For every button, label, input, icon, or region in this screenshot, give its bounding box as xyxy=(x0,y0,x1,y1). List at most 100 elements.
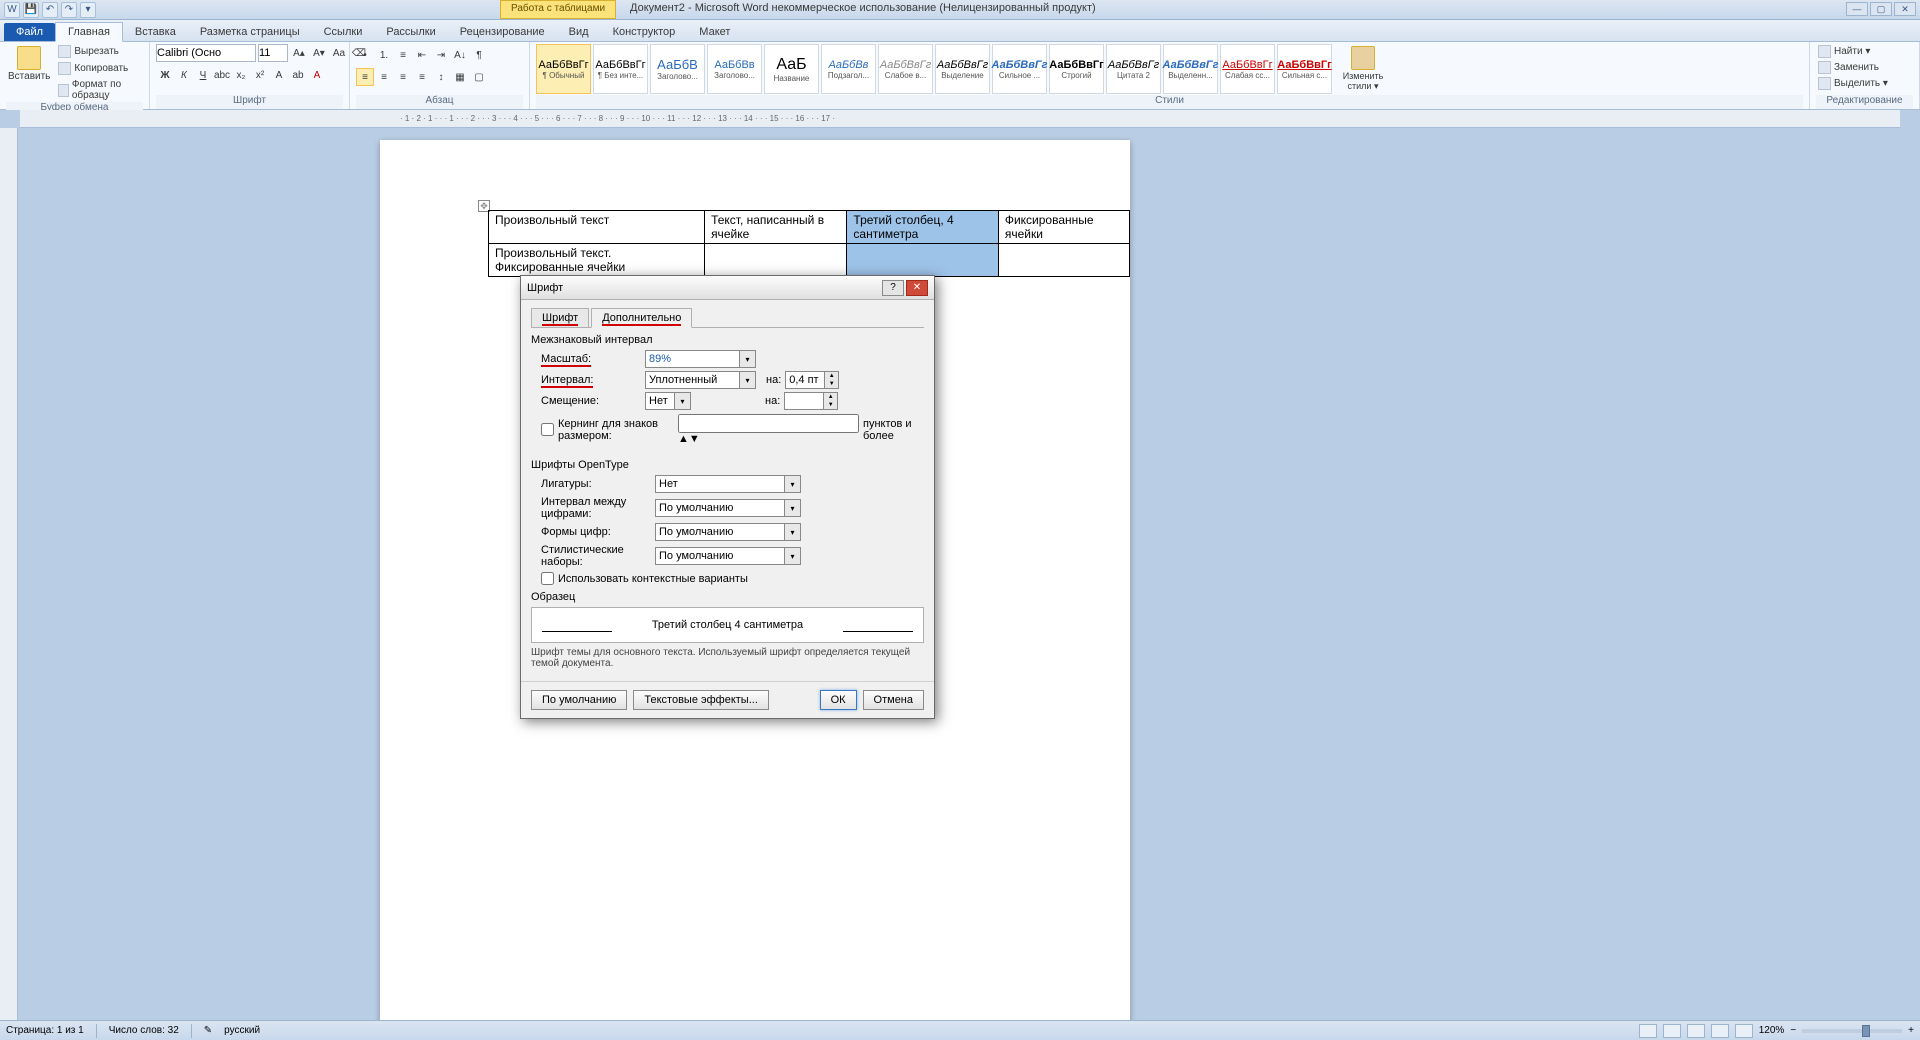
minimize-icon[interactable]: — xyxy=(1846,2,1868,16)
tab-page-layout[interactable]: Разметка страницы xyxy=(188,23,312,41)
underline-icon[interactable]: Ч xyxy=(194,66,212,84)
tab-references[interactable]: Ссылки xyxy=(312,23,375,41)
justify-icon[interactable]: ≡ xyxy=(413,68,431,86)
font-size-combo[interactable] xyxy=(258,44,288,62)
zoom-slider[interactable] xyxy=(1802,1029,1902,1033)
style-intense-emphasis[interactable]: АаБбВвГгСильное ... xyxy=(992,44,1047,94)
spin-down-icon[interactable]: ▼ xyxy=(824,401,837,409)
chevron-down-icon[interactable]: ▾ xyxy=(740,371,756,389)
position-by-spinner[interactable]: ▲▼ xyxy=(784,392,838,410)
paste-button[interactable]: Вставить xyxy=(6,44,52,84)
text-effects-icon[interactable]: A xyxy=(270,66,288,84)
grow-font-icon[interactable]: A▴ xyxy=(290,44,308,62)
style-subtitle[interactable]: АаБбВвПодзагол... xyxy=(821,44,876,94)
shrink-font-icon[interactable]: A▾ xyxy=(310,44,328,62)
styles-gallery[interactable]: АаБбВвГг¶ Обычный АаБбВвГг¶ Без инте... … xyxy=(536,44,1332,94)
cut-button[interactable]: Вырезать xyxy=(56,44,143,59)
find-button[interactable]: Найти ▾ xyxy=(1816,44,1872,59)
table-cell[interactable]: Произвольный текст xyxy=(489,211,705,244)
spin-up-icon[interactable]: ▲ xyxy=(678,433,689,445)
status-proofing-icon[interactable]: ✎ xyxy=(204,1025,212,1036)
horizontal-ruler[interactable]: · 1 · 2 · 1 · · · 1 · · · 2 · · · 3 · · … xyxy=(20,110,1900,128)
stylistic-sets-combo[interactable]: ▾ xyxy=(655,547,801,565)
zoom-in-icon[interactable]: + xyxy=(1908,1025,1914,1036)
save-icon[interactable]: 💾 xyxy=(23,2,39,18)
show-marks-icon[interactable]: ¶ xyxy=(470,46,488,64)
style-emphasis[interactable]: АаБбВвГгВыделение xyxy=(935,44,990,94)
spin-up-icon[interactable]: ▲ xyxy=(824,393,837,401)
ligatures-combo[interactable]: ▾ xyxy=(655,475,801,493)
qat-customize-icon[interactable]: ▾ xyxy=(80,2,96,18)
style-heading2[interactable]: АаБбВвЗаголово... xyxy=(707,44,762,94)
borders-icon[interactable]: ▢ xyxy=(470,68,488,86)
bold-icon[interactable]: Ж xyxy=(156,66,174,84)
tab-view[interactable]: Вид xyxy=(557,23,601,41)
table-cell[interactable]: Произвольный текст. Фиксированные ячейки xyxy=(489,244,705,277)
change-styles-button[interactable]: Изменить стили ▾ xyxy=(1336,44,1390,94)
style-intense-ref[interactable]: АаБбВвГгСильная с... xyxy=(1277,44,1332,94)
style-no-spacing[interactable]: АаБбВвГг¶ Без инте... xyxy=(593,44,648,94)
table-cell[interactable] xyxy=(998,244,1129,277)
style-title[interactable]: АаБНазвание xyxy=(764,44,819,94)
set-default-button[interactable]: По умолчанию xyxy=(531,690,627,710)
contextual-alternates-checkbox[interactable] xyxy=(541,572,554,585)
font-name-combo[interactable] xyxy=(156,44,256,62)
align-center-icon[interactable]: ≡ xyxy=(375,68,393,86)
dialog-help-icon[interactable]: ? xyxy=(882,280,904,296)
bullets-icon[interactable]: • xyxy=(356,46,374,64)
dialog-titlebar[interactable]: Шрифт ? ✕ xyxy=(521,276,934,300)
style-strong[interactable]: АаБбВвГгСтрогий xyxy=(1049,44,1104,94)
shading-icon[interactable]: ▦ xyxy=(451,68,469,86)
indent-right-icon[interactable]: ⇥ xyxy=(432,46,450,64)
kerning-checkbox[interactable] xyxy=(541,423,554,436)
scale-combo[interactable]: ▾ xyxy=(645,350,756,368)
select-button[interactable]: Выделить ▾ xyxy=(1816,76,1890,91)
chevron-down-icon[interactable]: ▾ xyxy=(785,475,801,493)
chevron-down-icon[interactable]: ▾ xyxy=(785,499,801,517)
view-web-layout-icon[interactable] xyxy=(1687,1024,1705,1038)
dialog-tab-advanced[interactable]: Дополнительно xyxy=(591,308,692,328)
view-draft-icon[interactable] xyxy=(1735,1024,1753,1038)
style-normal[interactable]: АаБбВвГг¶ Обычный xyxy=(536,44,591,94)
tab-insert[interactable]: Вставка xyxy=(123,23,188,41)
spin-up-icon[interactable]: ▲ xyxy=(825,372,838,380)
zoom-slider-thumb[interactable] xyxy=(1862,1025,1870,1037)
vertical-ruler[interactable] xyxy=(0,128,18,1020)
subscript-icon[interactable]: x₂ xyxy=(232,66,250,84)
style-subtle-ref[interactable]: АаБбВвГгСлабая сс... xyxy=(1220,44,1275,94)
tab-home[interactable]: Главная xyxy=(55,22,123,42)
view-full-screen-icon[interactable] xyxy=(1663,1024,1681,1038)
status-language[interactable]: русский xyxy=(224,1025,260,1036)
font-color-icon[interactable]: A xyxy=(308,66,326,84)
style-quote[interactable]: АаБбВвГгЦитата 2 xyxy=(1106,44,1161,94)
status-page[interactable]: Страница: 1 из 1 xyxy=(6,1025,84,1036)
maximize-icon[interactable]: ▢ xyxy=(1870,2,1892,16)
tab-table-layout[interactable]: Макет xyxy=(687,23,742,41)
kerning-size-spinner[interactable]: ▲▼ xyxy=(678,414,859,445)
spacing-combo[interactable]: ▾ xyxy=(645,371,756,389)
table-cell[interactable] xyxy=(705,244,847,277)
indent-left-icon[interactable]: ⇤ xyxy=(413,46,431,64)
style-heading1[interactable]: АаБбВЗаголово... xyxy=(650,44,705,94)
view-print-layout-icon[interactable] xyxy=(1639,1024,1657,1038)
chevron-down-icon[interactable]: ▾ xyxy=(675,392,691,410)
number-spacing-combo[interactable]: ▾ xyxy=(655,499,801,517)
chevron-down-icon[interactable]: ▾ xyxy=(785,523,801,541)
table-cell-selected[interactable]: Третий столбец, 4 сантиметра xyxy=(847,211,998,244)
align-left-icon[interactable]: ≡ xyxy=(356,68,374,86)
numbering-icon[interactable]: 1. xyxy=(375,46,393,64)
line-spacing-icon[interactable]: ↕ xyxy=(432,68,450,86)
table-row[interactable]: Произвольный текст Текст, написанный в я… xyxy=(489,211,1130,244)
number-forms-combo[interactable]: ▾ xyxy=(655,523,801,541)
view-outline-icon[interactable] xyxy=(1711,1024,1729,1038)
dialog-tab-font[interactable]: Шрифт xyxy=(531,308,589,328)
highlight-icon[interactable]: ab xyxy=(289,66,307,84)
ok-button[interactable]: ОК xyxy=(820,690,857,710)
status-word-count[interactable]: Число слов: 32 xyxy=(109,1025,179,1036)
copy-button[interactable]: Копировать xyxy=(56,61,143,76)
table-row[interactable]: Произвольный текст. Фиксированные ячейки xyxy=(489,244,1130,277)
zoom-out-icon[interactable]: − xyxy=(1790,1025,1796,1036)
table-cell[interactable]: Фиксированные ячейки xyxy=(998,211,1129,244)
tab-review[interactable]: Рецензирование xyxy=(448,23,557,41)
chevron-down-icon[interactable]: ▾ xyxy=(740,350,756,368)
